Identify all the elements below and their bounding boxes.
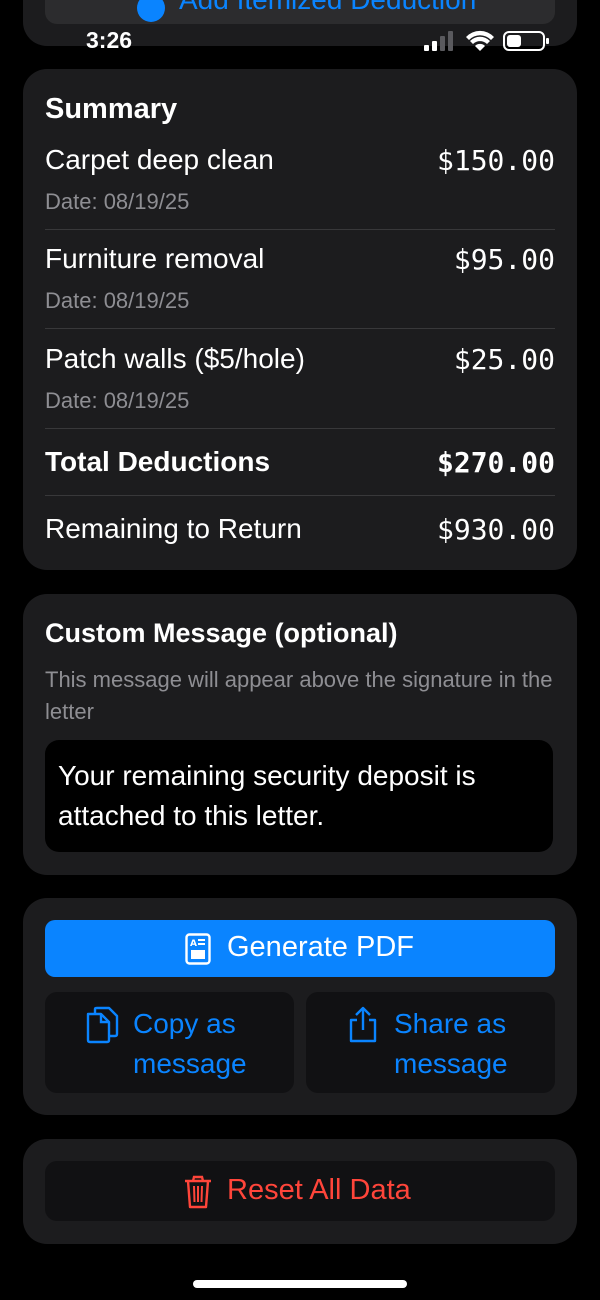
remaining-to-return-amount: $930.00 (436, 513, 555, 546)
deduction-amount: $25.00 (453, 343, 555, 376)
deduction-date: Date: 08/19/25 (45, 189, 190, 214)
summary-card: Summary Carpet deep clean $150.00 Date: … (23, 69, 577, 570)
custom-message-text: Your remaining security deposit is attac… (58, 760, 476, 831)
divider (45, 328, 555, 329)
deduction-name: Patch walls ($5/hole) (45, 343, 305, 374)
add-itemized-deduction-button[interactable]: Add Itemized Deduction (45, 0, 555, 24)
document-icon: A (185, 933, 211, 965)
custom-message-card: Custom Message (optional) This message w… (23, 594, 577, 875)
battery-icon (503, 31, 549, 51)
plus-circle-icon (137, 0, 165, 22)
total-deductions-amount: $270.00 (436, 446, 555, 479)
divider (45, 495, 555, 496)
total-deductions-label: Total Deductions (45, 446, 271, 477)
share-icon (349, 1006, 377, 1043)
remaining-to-return-label: Remaining to Return (45, 513, 302, 544)
copy-icon (86, 1006, 119, 1044)
divider (45, 428, 555, 429)
share-as-message-button[interactable]: Share as message (306, 992, 555, 1093)
copy-as-message-button[interactable]: Copy as message (45, 992, 294, 1093)
trash-icon (185, 1175, 211, 1209)
reset-card: Reset All Data (23, 1139, 577, 1244)
custom-message-title: Custom Message (optional) (45, 618, 398, 648)
summary-title: Summary (45, 93, 178, 125)
actions-card: A Generate PDF Copy as message Share as … (23, 898, 577, 1115)
deduction-name: Furniture removal (45, 243, 265, 274)
add-itemized-deduction-label: Add Itemized Deduction (179, 0, 476, 16)
custom-message-field[interactable]: Your remaining security deposit is attac… (45, 740, 553, 852)
generate-pdf-button[interactable]: A Generate PDF (45, 920, 555, 977)
deduction-date: Date: 08/19/25 (45, 288, 190, 313)
status-time: 3:26 (86, 27, 133, 53)
home-indicator[interactable] (193, 1280, 407, 1288)
reset-all-data-button[interactable]: Reset All Data (45, 1161, 555, 1221)
wifi-icon (466, 30, 494, 51)
status-icons (424, 30, 549, 51)
copy-as-message-label: Copy as message (133, 1008, 247, 1079)
deduction-name: Carpet deep clean (45, 144, 274, 175)
deduction-amount: $95.00 (453, 243, 555, 276)
cellular-signal-icon (424, 31, 453, 51)
custom-message-subtitle: This message will appear above the signa… (45, 667, 553, 724)
generate-pdf-label: Generate PDF (227, 931, 414, 963)
deduction-amount: $150.00 (436, 144, 555, 177)
svg-text:A: A (190, 939, 197, 949)
deduction-date: Date: 08/19/25 (45, 388, 190, 413)
share-as-message-label: Share as message (394, 1008, 508, 1079)
divider (45, 229, 555, 230)
reset-all-data-label: Reset All Data (227, 1174, 411, 1206)
